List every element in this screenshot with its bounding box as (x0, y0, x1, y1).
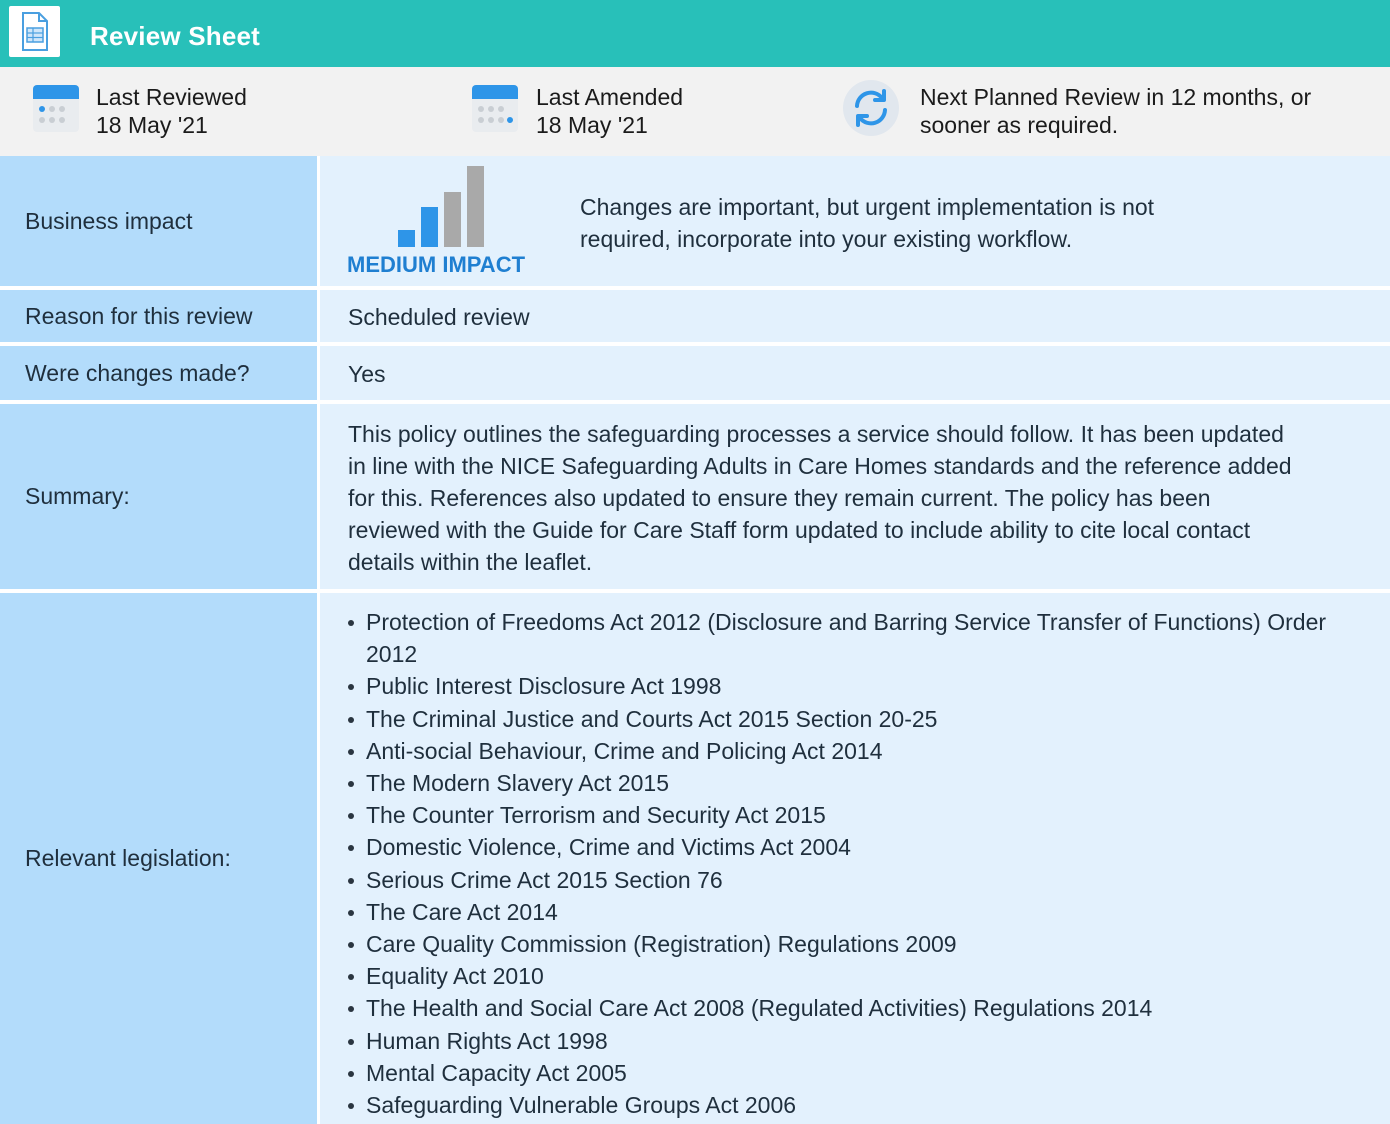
changes-made-row: Were changes made? Yes (0, 346, 1390, 400)
calendar-icon (472, 85, 518, 132)
impact-description: Changes are important, but urgent implem… (580, 194, 1155, 252)
last-reviewed-label: Last Reviewed (96, 84, 247, 110)
summary-text: This policy outlines the safeguarding pr… (348, 421, 1292, 575)
list-item: Serious Crime Act 2015 Section 76 (348, 864, 1378, 896)
business-impact-row: Business impact MEDIUM IMPACT Changes ar… (0, 156, 1390, 286)
last-amended-label: Last Amended (536, 84, 684, 110)
list-item: Domestic Violence, Crime and Victims Act… (348, 831, 1378, 863)
list-item: The Modern Slavery Act 2015 (348, 767, 1378, 799)
business-impact-label: Business impact (25, 207, 193, 234)
list-item: The Care Act 2014 (348, 896, 1378, 928)
refresh-icon (843, 80, 899, 136)
last-reviewed-date: 18 May '21 (96, 112, 208, 138)
next-planned-review: Next Planned Review in 12 months, or soo… (920, 83, 1311, 139)
review-sheet-header: Review Sheet (0, 0, 1390, 67)
impact-bar (421, 207, 438, 247)
legislation-list: Protection of Freedoms Act 2012 (Disclos… (348, 606, 1378, 1121)
summary-label: Summary: (25, 483, 130, 509)
legislation-label: Relevant legislation: (25, 845, 231, 871)
list-item: Mental Capacity Act 2005 (348, 1057, 1378, 1089)
review-reason-row: Reason for this review Scheduled review (0, 290, 1390, 342)
impact-bar (444, 192, 461, 247)
impact-bar (467, 166, 484, 247)
changes-made-value: Yes (348, 361, 386, 387)
last-amended: Last Amended 18 May '21 (536, 83, 683, 139)
spreadsheet-document-icon (9, 6, 60, 57)
review-dates-bar: Last Reviewed 18 May '21 Last Amended 18… (0, 67, 1390, 156)
page-title: Review Sheet (90, 21, 261, 51)
changes-made-label: Were changes made? (25, 359, 250, 386)
list-item: The Criminal Justice and Courts Act 2015… (348, 703, 1378, 735)
list-item: Public Interest Disclosure Act 1998 (348, 670, 1378, 702)
review-reason-value: Scheduled review (348, 304, 530, 330)
list-item: Care Quality Commission (Registration) R… (348, 928, 1378, 960)
list-item: Equality Act 2010 (348, 960, 1378, 992)
next-review-line-2: sooner as required. (920, 112, 1119, 138)
review-reason-label: Reason for this review (25, 302, 253, 329)
impact-level-label: MEDIUM IMPACT (347, 252, 526, 277)
list-item: The Counter Terrorism and Security Act 2… (348, 799, 1378, 831)
calendar-icon (33, 85, 79, 132)
list-item: The Health and Social Care Act 2008 (Reg… (348, 992, 1378, 1024)
legislation-row: Relevant legislation: Protection of Free… (0, 593, 1390, 1124)
next-review-line-1: Next Planned Review in 12 months, or (920, 84, 1312, 110)
last-amended-date: 18 May '21 (536, 112, 648, 138)
last-reviewed: Last Reviewed 18 May '21 (96, 83, 247, 139)
list-item: Anti-social Behaviour, Crime and Policin… (348, 735, 1378, 767)
list-item: Safeguarding Vulnerable Groups Act 2006 (348, 1089, 1378, 1121)
list-item: Human Rights Act 1998 (348, 1025, 1378, 1057)
impact-level-bars-icon (398, 166, 484, 247)
impact-bar (398, 230, 415, 247)
list-item: Protection of Freedoms Act 2012 (Disclos… (348, 606, 1378, 670)
summary-row: Summary: This policy outlines the safegu… (0, 404, 1390, 589)
